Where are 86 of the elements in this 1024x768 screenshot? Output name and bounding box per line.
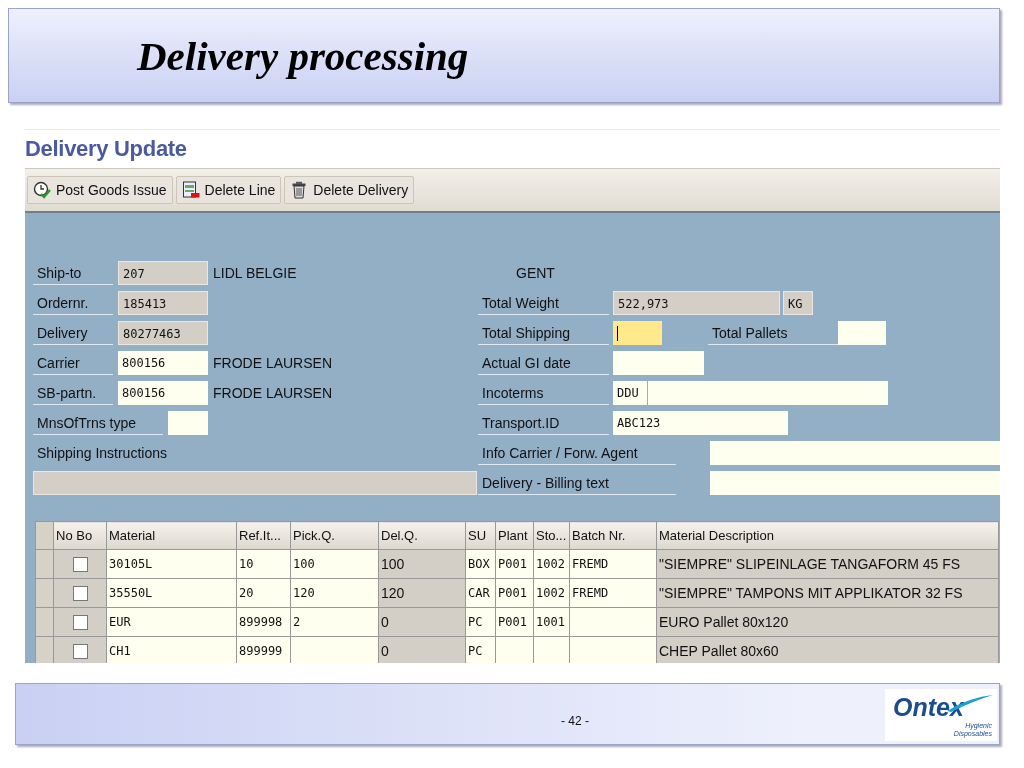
table-cell[interactable]: 100	[290, 549, 379, 579]
table-cell: "SIEMPRE" SLIPEINLAGE TANGAFORM 45 FS	[656, 549, 999, 579]
table-cell[interactable]: 120	[290, 578, 379, 608]
field-description: FRODE LAURSEN	[213, 385, 333, 401]
city-text: GENT	[516, 265, 555, 281]
input-field[interactable]: DDU	[613, 381, 647, 405]
table-cell: 120	[378, 578, 466, 608]
input-field[interactable]	[710, 471, 1000, 495]
field-label: Delivery - Billing text	[478, 471, 676, 495]
table-cell: 100	[378, 549, 466, 579]
page-number: - 42 -	[561, 714, 589, 728]
column-header[interactable]: Plant	[495, 521, 534, 550]
checkbox[interactable]	[72, 615, 88, 631]
field-label: Ship-to	[33, 261, 113, 285]
table-cell[interactable]: EUR	[106, 607, 237, 637]
clock-check-icon	[33, 181, 51, 199]
unit-field: KG	[783, 291, 813, 315]
column-header[interactable]: Del.Q.	[378, 521, 466, 550]
field-label: MnsOfTrns type	[33, 411, 163, 435]
field-label: SB-partn.	[33, 381, 113, 405]
screen-title: Delivery Update	[25, 136, 187, 162]
table-cell[interactable]	[290, 636, 379, 663]
column-header[interactable]: Batch Nr.	[569, 521, 657, 550]
table-cell[interactable]: 2	[290, 607, 379, 637]
table-cell[interactable]: FREMD	[569, 549, 657, 579]
row-selector[interactable]	[35, 549, 54, 579]
field-label: Info Carrier / Forw. Agent	[478, 441, 676, 465]
table-cell: 0	[378, 636, 466, 663]
checkbox[interactable]	[72, 557, 88, 573]
table-cell[interactable]: 35550L	[106, 578, 237, 608]
toolbar-button[interactable]: Post Goods Issue	[27, 176, 173, 204]
input-field[interactable]	[613, 321, 662, 345]
field-label: Total Shipping	[478, 321, 609, 345]
column-header[interactable]: Ref.It...	[236, 521, 291, 550]
input-field: 207	[118, 261, 208, 285]
document-minus-icon	[181, 181, 200, 199]
row-selector-header[interactable]	[35, 521, 54, 550]
column-header[interactable]: SU	[465, 521, 496, 550]
input-field[interactable]: 800156	[118, 381, 208, 405]
input-field[interactable]: ABC123	[613, 411, 788, 435]
input-field: 522,973	[613, 291, 780, 315]
field-label: Ordernr.	[33, 291, 113, 315]
input-field[interactable]	[838, 321, 886, 345]
input-field: 185413	[118, 291, 208, 315]
logo-name: Ontex	[893, 693, 964, 722]
table-cell: "SIEMPRE" TAMPONS MIT APPLIKATOR 32 FS	[656, 578, 999, 608]
field-label: Carrier	[33, 351, 113, 375]
table-cell: EURO Pallet 80x120	[656, 607, 999, 637]
table-cell[interactable]: 20	[236, 578, 291, 608]
toolbar-button[interactable]: Delete Delivery	[284, 176, 415, 204]
row-selector[interactable]	[35, 636, 54, 663]
column-header[interactable]: No Bo	[53, 521, 107, 550]
field-description: LIDL BELGIE	[213, 265, 297, 281]
table-cell[interactable]: FREMD	[569, 578, 657, 608]
table-cell: 0	[378, 607, 466, 637]
table-cell[interactable]: 899998	[236, 607, 291, 637]
table-cell[interactable]	[569, 636, 657, 663]
input-field[interactable]	[710, 441, 1000, 465]
table-cell: CHEP Pallet 80x60	[656, 636, 999, 663]
checkbox[interactable]	[72, 644, 88, 660]
column-header[interactable]: Material	[106, 521, 237, 550]
table-cell[interactable]: 30105L	[106, 549, 237, 579]
row-selector[interactable]	[35, 607, 54, 637]
table-cell[interactable]	[569, 607, 657, 637]
description-field[interactable]	[648, 381, 888, 405]
section-label: Shipping Instructions	[36, 444, 167, 463]
input-field[interactable]: 800156	[118, 351, 208, 375]
field-label: Actual GI date	[478, 351, 609, 375]
input-field[interactable]	[168, 411, 208, 435]
checkbox[interactable]	[72, 586, 88, 602]
column-header[interactable]: Pick.Q.	[290, 521, 379, 550]
input-field: 80277463	[118, 321, 208, 345]
toolbar-button[interactable]: Delete Line	[175, 176, 282, 204]
trash-icon	[290, 181, 309, 199]
field-label: Delivery	[33, 321, 113, 345]
slide-title: Delivery processing	[137, 31, 469, 80]
field-label: Transport.ID	[478, 411, 609, 435]
field-label: Total Weight	[478, 291, 609, 315]
table-cell[interactable]: CH1	[106, 636, 237, 663]
field-label: Incoterms	[478, 381, 609, 405]
column-header[interactable]: Material Description	[656, 521, 999, 550]
column-header[interactable]: Sto...	[533, 521, 570, 550]
row-selector[interactable]	[35, 578, 54, 608]
field-description: FRODE LAURSEN	[213, 355, 333, 371]
table-cell[interactable]: 10	[236, 549, 291, 579]
input-field[interactable]	[613, 351, 704, 375]
